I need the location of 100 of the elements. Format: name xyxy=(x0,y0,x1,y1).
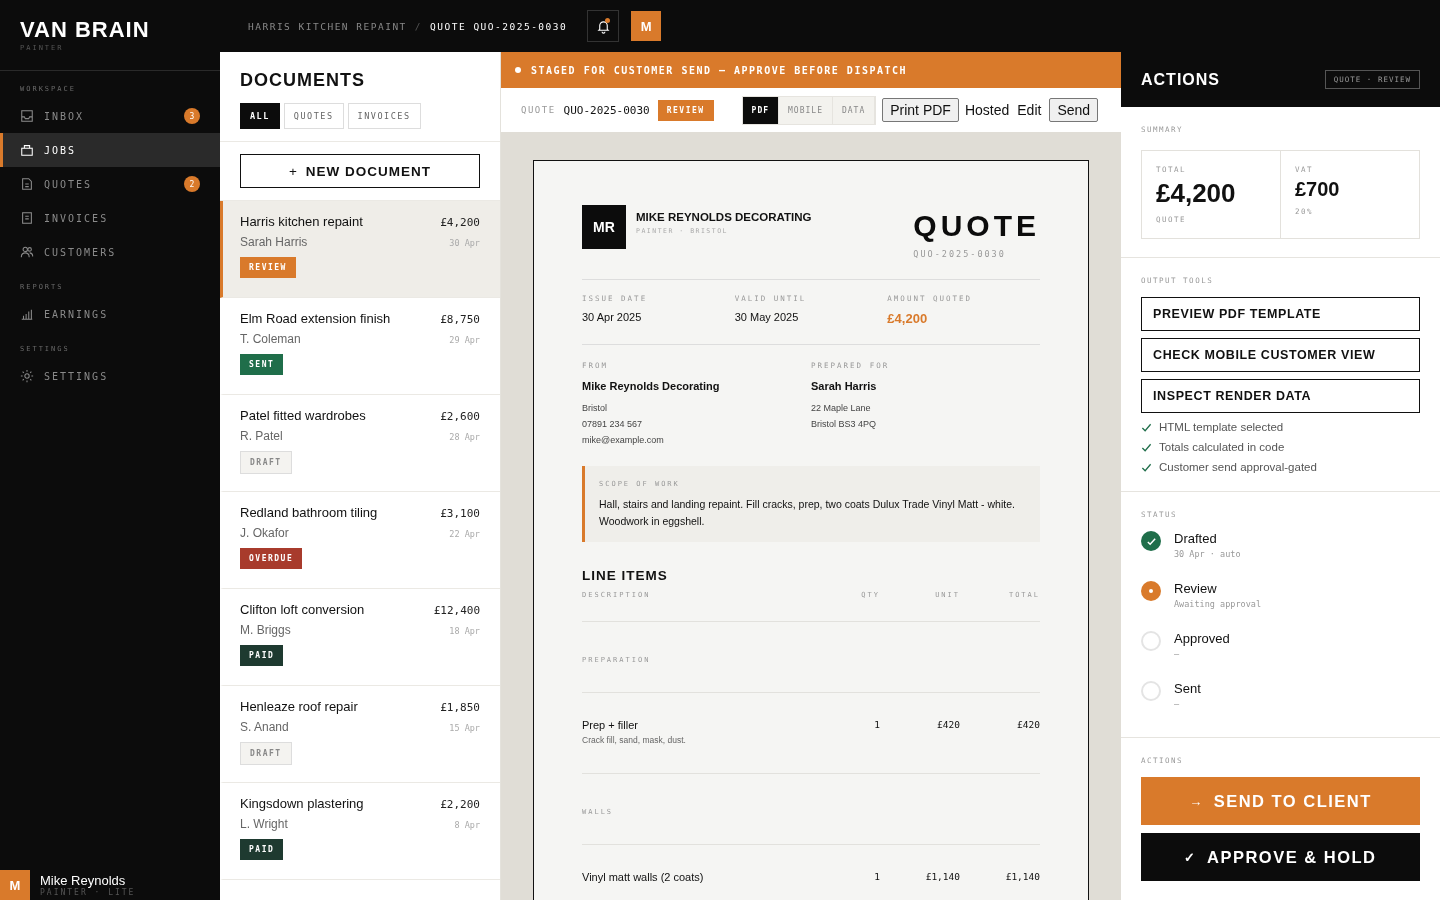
filter-tab[interactable]: INVOICES xyxy=(347,103,421,129)
document-date: 15 Apr xyxy=(449,723,480,733)
document-title: Clifton loft conversion xyxy=(240,602,365,617)
status-tag: PAID xyxy=(240,645,284,666)
inbox-icon xyxy=(20,109,34,123)
toolbar-link[interactable]: Hosted xyxy=(962,102,1012,118)
item-note: Crack fill, sand, mask, dust. xyxy=(582,735,687,745)
summary-value: £700 xyxy=(1295,178,1341,201)
field-value: 30 Apr 2025 xyxy=(582,311,643,323)
document-number: QUO-2025-0030 xyxy=(563,103,650,117)
status-step-name: Review xyxy=(1174,581,1218,596)
document-list-item[interactable]: Patel fitted wardrobes £2,600 R. Patel 28 Apr DRAFT xyxy=(220,395,500,492)
document-amount: £4,200 xyxy=(440,216,480,229)
panel-title: ACTIONS xyxy=(1141,70,1220,89)
status-step-name: Drafted xyxy=(1174,531,1218,546)
briefcase-icon xyxy=(20,143,34,157)
document-date: 8 Apr xyxy=(454,820,480,830)
company-logo: MR xyxy=(582,205,626,249)
customer-name: Sarah Harris xyxy=(240,235,308,249)
view-tab[interactable]: PDF xyxy=(742,96,780,124)
document-list-item[interactable]: Henleaze roof repair £1,850 S. Anand 15 Apr DRAFT xyxy=(220,686,500,783)
people-icon xyxy=(20,245,34,259)
status-tag: REVIEW xyxy=(240,257,296,278)
status-tag: REVIEW xyxy=(657,99,714,121)
sidebar-item[interactable]: SETTINGS xyxy=(0,359,220,393)
sidebar-item[interactable]: CUSTOMERS xyxy=(0,235,220,269)
new-document-button[interactable]: + NEW DOCUMENT xyxy=(240,154,480,188)
sidebar-item[interactable]: INVOICES xyxy=(0,201,220,235)
address-line: Bristol BS3 4PQ xyxy=(811,418,878,431)
party-name: Mike Reynolds Decorating xyxy=(582,380,721,392)
bell-icon xyxy=(595,18,611,34)
tool-button[interactable]: CHECK MOBILE CUSTOMER VIEW xyxy=(1141,338,1420,372)
document-icon xyxy=(20,177,34,191)
bar-chart-icon xyxy=(20,307,34,321)
address-line: 22 Maple Lane xyxy=(811,402,872,415)
sidebar-item[interactable]: INBOX 3 xyxy=(0,99,220,133)
status-step-detail: – xyxy=(1174,699,1181,709)
user-plan: PAINTER · LITE xyxy=(40,888,136,897)
status-tag: SENT xyxy=(240,354,284,375)
document-list-item[interactable]: Harris kitchen repaint £4,200 Sarah Harris 30 Apr REVIEW xyxy=(220,201,500,298)
table-cell-text: £1,140 xyxy=(924,871,960,882)
field-value: £4,200 xyxy=(887,311,929,326)
filter-tab[interactable]: ALL xyxy=(240,103,280,129)
breadcrumb-separator: / xyxy=(414,20,423,32)
section-title: LINE ITEMS xyxy=(582,568,669,583)
document-amount: £2,200 xyxy=(440,798,480,811)
status-step-detail: – xyxy=(1174,649,1181,659)
check-icon xyxy=(1141,461,1152,473)
count-badge: 2 xyxy=(184,176,200,192)
document-title: Henleaze roof repair xyxy=(240,699,358,714)
breadcrumb-item: QUOTE QUO-2025-0030 xyxy=(430,20,568,32)
summary-value: £4,200 xyxy=(1156,178,1237,209)
sidebar-item[interactable]: EARNINGS xyxy=(0,297,220,331)
document-type-label: QUOTE xyxy=(521,105,556,115)
field-value: 30 May 2025 xyxy=(734,311,800,323)
receipt-icon xyxy=(20,211,34,225)
company-name: MIKE REYNOLDS DECORATING xyxy=(636,211,813,223)
document-list-item[interactable]: Elm Road extension finish £8,750 T. Coleman 29 Apr SENT xyxy=(220,298,500,395)
toolbar-button[interactable]: Print PDF xyxy=(882,98,959,122)
item-description: Vinyl matt walls (2 coats) xyxy=(582,871,705,883)
document-title: Kingsdown plastering xyxy=(240,796,364,811)
notifications-button[interactable] xyxy=(587,10,620,42)
user-name: Mike Reynolds xyxy=(40,873,126,888)
document-date: 22 Apr xyxy=(449,529,480,539)
customer-name: M. Briggs xyxy=(240,623,291,637)
document-list-item[interactable]: Kingsdown plastering £2,200 L. Wright 8 Apr PAID xyxy=(220,783,500,880)
status-tag: DRAFT xyxy=(240,451,292,474)
tool-button[interactable]: INSPECT RENDER DATA xyxy=(1141,379,1420,413)
document-amount: £1,850 xyxy=(440,701,480,714)
customer-name: S. Anand xyxy=(240,720,289,734)
party-name: Sarah Harris xyxy=(811,380,878,392)
toolbar-button[interactable]: Send xyxy=(1049,98,1099,122)
status-step-detail: Awaiting approval xyxy=(1174,599,1261,609)
sidebar-item[interactable]: QUOTES 2 xyxy=(0,167,220,201)
customer-name: R. Patel xyxy=(240,429,283,443)
address-line: 07891 234 567 xyxy=(582,418,644,431)
settings-icon xyxy=(20,369,34,383)
filter-tab[interactable]: QUOTES xyxy=(283,103,344,129)
document-title: Redland bathroom tiling xyxy=(240,505,378,520)
count-badge: 3 xyxy=(184,108,200,124)
document-list-item[interactable]: Redland bathroom tiling £3,100 J. Okafor 22 Apr OVERDUE xyxy=(220,492,500,589)
user-avatar: M xyxy=(0,870,30,900)
status-step-name: Sent xyxy=(1174,681,1201,696)
toolbar-link[interactable]: Edit xyxy=(1015,102,1044,118)
check-icon xyxy=(1141,421,1152,433)
tool-button[interactable]: PREVIEW PDF TEMPLATE xyxy=(1141,297,1420,331)
document-amount: £12,400 xyxy=(433,604,480,617)
sidebar-item[interactable]: JOBS xyxy=(0,133,220,167)
status-step-detail: 30 Apr · auto xyxy=(1174,549,1241,559)
document-date: 28 Apr xyxy=(449,432,480,442)
document-type: QUOTE xyxy=(913,209,1040,243)
brand-name: VAN BRAIN xyxy=(20,18,151,42)
address-line: mike@example.com xyxy=(582,434,665,447)
document-date: 30 Apr xyxy=(449,238,480,248)
action-button[interactable]: ✓ APPROVE & HOLD xyxy=(1141,833,1420,881)
document-list-item[interactable]: Clifton loft conversion £12,400 M. Briggs 18 Apr PAID xyxy=(220,589,500,686)
document-amount: £2,600 xyxy=(440,410,480,423)
address-line: Bristol xyxy=(582,402,608,415)
panel-title: DOCUMENTS xyxy=(240,70,366,91)
breadcrumb-item[interactable]: HARRIS KITCHEN REPAINT xyxy=(248,20,407,32)
